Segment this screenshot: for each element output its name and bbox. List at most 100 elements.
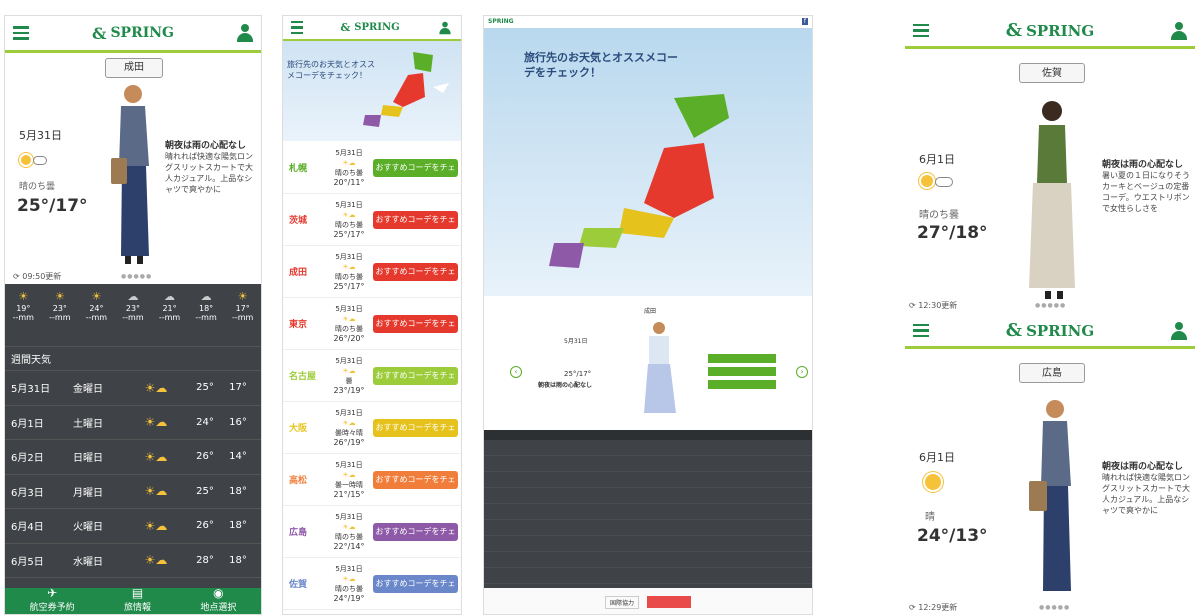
city-item: 東京 5月31日 ☀☁ 晴のち曇 26°/20° おすすめコーデをチェック — [283, 298, 461, 350]
city-item: 成田 5月31日 ☀☁ 晴のち曇 25°/17° おすすめコーデをチェック — [283, 246, 461, 298]
temperature: 27°/18° — [917, 223, 988, 243]
city-weather: 5月31日 ☀☁ 曇一時晴 21°/15° — [325, 460, 373, 500]
city-date: 5月31日 — [335, 460, 363, 469]
check-outfit-button[interactable]: おすすめコーデをチェック — [373, 262, 458, 294]
brand-logo[interactable]: & SPRING — [92, 24, 174, 43]
city-weather-text: 晴のち曇 — [335, 272, 363, 281]
temperature: 25°/17° — [17, 196, 88, 216]
user-icon[interactable] — [1170, 21, 1187, 40]
menu-icon[interactable] — [13, 26, 29, 40]
weekly-dow: 水曜日 — [73, 556, 103, 568]
weather-text: 晴のち曇 — [919, 210, 959, 221]
hourly-temp: 19° — [16, 304, 31, 313]
japan-map — [549, 94, 729, 268]
weekly-high: 28° — [196, 554, 214, 566]
check-outfit-button[interactable]: おすすめコーデをチェック — [373, 210, 458, 242]
weather-icon: ☀☁ — [144, 380, 168, 395]
city-date: 5月31日 — [335, 304, 363, 313]
check-outfit-button[interactable]: おすすめコーデをチェック — [373, 158, 458, 190]
weekly-row[interactable]: 6月2日 日曜日 ☀☁ 26° 14° — [5, 440, 261, 475]
bottom-nav: ✈ 航空券予約 ▤ 旅情報 ◉ 地点選択 — [5, 586, 261, 614]
carousel-dots[interactable]: ●●●●● — [1035, 302, 1066, 309]
weekly-date: 6月2日 — [11, 453, 44, 465]
cloud-icon: ☁ — [164, 290, 176, 303]
app-header: & SPRING — [905, 315, 1195, 349]
hourly-rain: --mm — [49, 313, 71, 322]
outfit-illustration — [1029, 400, 1071, 591]
city-item: 佐賀 5月31日 ☀☁ 晴のち曇 24°/19° おすすめコーデをチェック — [283, 558, 461, 610]
city-item: 茨城 5月31日 ☀☁ 晴のち曇 25°/17° おすすめコーデをチェック — [283, 194, 461, 246]
app-header: & SPRING — [905, 15, 1195, 49]
nav-travel-info[interactable]: ▤ 旅情報 — [124, 586, 151, 613]
check-outfit-button[interactable]: おすすめコーデをチェック — [373, 574, 458, 606]
location-button[interactable]: 佐賀 — [1019, 63, 1085, 83]
city-temp: 24°/19° — [333, 593, 365, 603]
outfit-description: 暑い夏の１日になりそうカーキとベージュの定番コーデ。ウエストリボンで女性らしさを — [1102, 171, 1190, 213]
hourly-rain: --mm — [195, 313, 217, 322]
weekly-row[interactable]: 5月31日 金曜日 ☀☁ 25° 17° — [5, 371, 261, 406]
weekly-row[interactable]: 6月1日 土曜日 ☀☁ 24° 16° — [5, 406, 261, 440]
check-outfit-button[interactable]: おすすめコーデをチェック — [373, 418, 458, 450]
city-name: 茨城 — [289, 216, 308, 226]
next-arrow[interactable]: › — [796, 366, 808, 378]
carousel-dots[interactable]: ●●●●● — [1039, 604, 1070, 611]
hourly-item: ☀ 19° --mm — [6, 290, 40, 322]
nav-location[interactable]: ◉ 地点選択 — [200, 586, 236, 613]
city-temp: 26°/19° — [333, 437, 365, 447]
weekly-list: 5月31日 金曜日 ☀☁ 25° 17° 6月1日 土曜日 ☀☁ 24° 16° 6月2日 日曜日 ☀☁… — [5, 371, 261, 613]
city-weather-text: 晴のち曇 — [335, 532, 363, 541]
info-button[interactable] — [708, 354, 776, 363]
weekly-date: 6月3日 — [11, 487, 44, 499]
brand-logo[interactable]: & SPRING — [340, 21, 399, 34]
city-date: 5月31日 — [335, 148, 363, 157]
user-icon[interactable] — [1170, 321, 1187, 340]
hourly-item: ☁ 21° --mm — [153, 290, 187, 322]
user-icon[interactable] — [439, 21, 451, 34]
japan-map — [363, 52, 449, 127]
outfit-section: ‹ 成田 5月31日 25°/17° 朝夜は雨の心配なし › — [484, 298, 812, 428]
city-item: 名古屋 5月31日 ☀☁ 曇 23°/19° おすすめコーデをチェック — [283, 350, 461, 402]
weekly-row[interactable]: 6月3日 月曜日 ☀☁ 25° 18° — [5, 475, 261, 509]
weather-icon: ☀☁ — [144, 518, 168, 533]
headline: 朝夜は雨の心配なし — [538, 382, 593, 389]
location-button[interactable]: 成田 — [105, 58, 163, 78]
outfit-illustration — [1029, 101, 1075, 299]
weather-icon — [21, 150, 47, 169]
check-outfit-button[interactable]: おすすめコーデをチェック — [373, 470, 458, 502]
info-button[interactable] — [708, 367, 776, 376]
menu-icon[interactable] — [291, 20, 303, 35]
brand-logo[interactable]: SPRING — [488, 18, 514, 25]
city-weather: 5月31日 ☀☁ 晴のち曇 25°/17° — [325, 252, 373, 292]
footer-banner[interactable] — [647, 596, 691, 608]
weekly-date: 6月1日 — [11, 418, 44, 430]
carousel-dots[interactable]: ●●●●● — [121, 273, 152, 280]
weather-icon: ☀☁ — [342, 210, 356, 219]
location-button[interactable]: 広島 — [1019, 363, 1085, 383]
menu-icon[interactable] — [913, 323, 929, 338]
weekly-low: 18° — [229, 520, 247, 532]
date-label: 6月1日 — [919, 153, 955, 166]
city-date: 5月31日 — [335, 512, 363, 521]
nav-flight[interactable]: ✈ 航空券予約 — [30, 586, 75, 613]
hero-title: 旅行先のお天気とオススメコーデをチェック！ — [524, 51, 678, 79]
check-outfit-button[interactable]: おすすめコーデをチェック — [373, 314, 458, 346]
weather-icon: ☀☁ — [144, 553, 168, 568]
city-name: 佐賀 — [289, 580, 308, 590]
check-outfit-button[interactable]: おすすめコーデをチェック — [373, 366, 458, 398]
check-outfit-button[interactable]: おすすめコーデをチェック — [373, 522, 458, 554]
desktop-screen: SPRING f 旅行先のお天気とオススメコーデをチェック！ ‹ 成田 5月31… — [483, 15, 813, 615]
nav-location-label: 地点選択 — [200, 603, 237, 613]
hourly-item: ☀ 24° --mm — [79, 290, 113, 322]
info-button[interactable] — [708, 380, 776, 389]
weekly-row[interactable]: 6月4日 火曜日 ☀☁ 26° 18° — [5, 509, 261, 544]
weekly-low: 18° — [229, 554, 247, 566]
brand-logo[interactable]: & SPRING — [1006, 20, 1094, 41]
social-icon[interactable]: f — [801, 17, 808, 25]
cloud-icon: ☁ — [200, 290, 212, 303]
footer-logo[interactable]: 国際協力 — [604, 595, 639, 609]
weekly-row[interactable]: 6月5日 水曜日 ☀☁ 28° 18° — [5, 544, 261, 578]
prev-arrow[interactable]: ‹ — [510, 366, 522, 378]
user-icon[interactable] — [237, 24, 253, 42]
brand-logo[interactable]: & SPRING — [1006, 320, 1094, 341]
menu-icon[interactable] — [913, 23, 929, 38]
